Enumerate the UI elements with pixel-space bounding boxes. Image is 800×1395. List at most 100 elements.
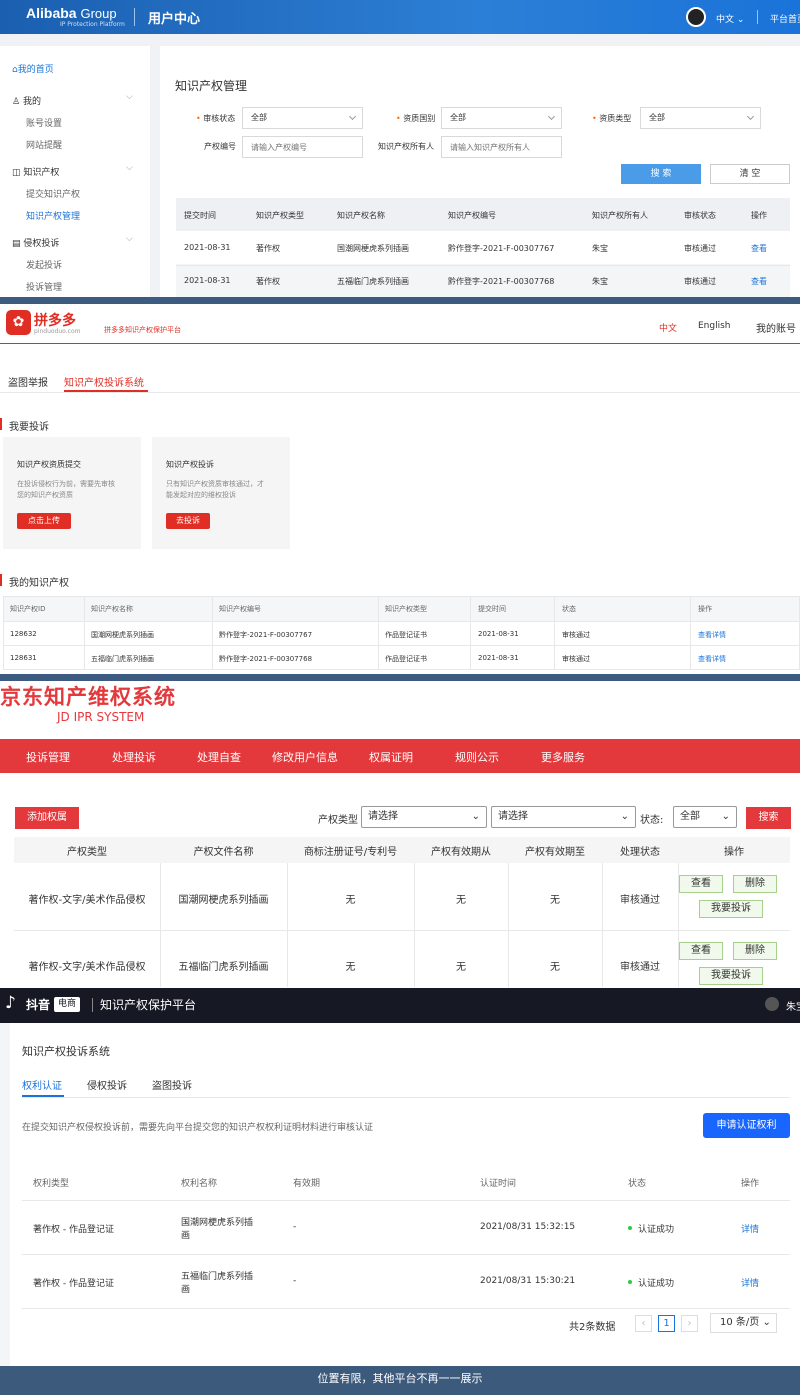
view-details-link[interactable]: 查看详情 (698, 654, 726, 664)
complain-button[interactable]: 我要投诉 (699, 900, 763, 918)
chevron-down-icon[interactable]: ⌵ (126, 92, 133, 102)
column-divider (160, 863, 161, 987)
search-button[interactable]: 搜 索 (621, 164, 701, 184)
jd-title: 京东知产维权系统 (0, 685, 176, 709)
nav-handle-complaint[interactable]: 处理投诉 (112, 749, 156, 765)
sidebar-item-ip[interactable]: ◫ 知识产权 (12, 165, 59, 178)
nav-rules[interactable]: 规则公示 (455, 749, 499, 765)
table-cell: - (293, 1276, 297, 1286)
ip-complaint-card: 知识产权投诉 只有知识产权资质审核通过，才 能发起对应的维权投诉 去投诉 (152, 437, 290, 549)
next-page-icon[interactable]: › (681, 1315, 698, 1332)
avatar[interactable] (686, 7, 706, 27)
details-link[interactable]: 详情 (741, 1222, 759, 1235)
sidebar-item-submit-ip[interactable]: 提交知识产权 (26, 187, 80, 200)
search-button[interactable]: 搜索 (746, 807, 791, 829)
section-separator (0, 674, 800, 681)
my-account-link[interactable]: 我的账号 (756, 320, 796, 335)
sidebar-item-home[interactable]: ⌂我的首页 (12, 62, 54, 75)
chevron-down-icon: ⌄ (471, 811, 480, 822)
pdd-panel: ✿ 拼多多 pinduoduo.com 拼多多知识产权保护平台 中文 Engli… (0, 304, 800, 674)
ip-qualification-card: 知识产权资质提交 在投诉侵权行为前，需要先审核 您的知识产权资质 点击上传 (3, 437, 141, 549)
type-select[interactable]: 全部 (640, 107, 761, 129)
chevron-down-icon (746, 112, 755, 121)
view-button[interactable]: 查看 (679, 875, 723, 893)
header-divider (134, 8, 135, 26)
nav-ownership-proof[interactable]: 权属证明 (369, 749, 413, 765)
type-select-1[interactable]: 请选择 ⌄ (361, 806, 487, 828)
table-cell: 著作权 (256, 277, 280, 286)
alibaba-panel: Alibaba Group IP Protection Platform 用户中… (0, 0, 800, 297)
page-size-select[interactable]: 10 条/页 ⌄ (710, 1313, 777, 1333)
book-icon: ◫ (12, 168, 21, 178)
table-header-cell: 知识产权ID (10, 605, 46, 613)
table-cell: 著作权 (256, 244, 280, 253)
sidebar-item-account-settings[interactable]: 账号设置 (26, 116, 62, 129)
details-link[interactable]: 详情 (741, 1276, 759, 1289)
page-number[interactable]: 1 (658, 1315, 675, 1332)
complain-button[interactable]: 我要投诉 (699, 967, 763, 985)
sidebar-item-complaint[interactable]: ▤ 侵权投诉 (12, 236, 59, 249)
chevron-down-icon[interactable]: ⌵ (126, 234, 133, 244)
status-dot (628, 1226, 632, 1230)
sidebar-item-complaint-manage[interactable]: 投诉管理 (26, 280, 62, 293)
sidebar-item-site-notice[interactable]: 网站提醒 (26, 138, 62, 151)
system-title: 知识产权投诉系统 (22, 1045, 110, 1058)
column-divider (678, 863, 679, 987)
nav-self-check[interactable]: 处理自查 (197, 749, 241, 765)
language-switch[interactable]: 中文 ⌄ (716, 12, 744, 25)
tab-infringement[interactable]: 侵权投诉 (87, 1077, 127, 1092)
view-link[interactable]: 查看 (751, 276, 767, 287)
card-desc: 能发起对应的维权投诉 (166, 491, 236, 499)
card-desc: 您的知识产权资质 (17, 491, 73, 499)
nav-edit-user-info[interactable]: 修改用户信息 (272, 749, 338, 765)
add-ownership-button[interactable]: 添加权属 (15, 807, 79, 829)
notice-text: 在提交知识产权侵权投诉前，需要先向平台提交您的知识产权权利证明材料进行审核认证 (22, 1123, 374, 1133)
pdd-header: ✿ 拼多多 pinduoduo.com 拼多多知识产权保护平台 中文 Engli… (0, 304, 800, 344)
view-details-link[interactable]: 查看详情 (698, 630, 726, 640)
sidebar-item-start-complaint[interactable]: 发起投诉 (26, 258, 62, 271)
delete-button[interactable]: 删除 (733, 875, 777, 893)
status-select[interactable]: 全部 ⌄ (673, 806, 737, 828)
nav-more-services[interactable]: 更多服务 (541, 749, 585, 765)
table-cell: 著作权-文字/美术作品侵权 (28, 962, 146, 973)
prev-page-icon[interactable]: ‹ (635, 1315, 652, 1332)
user-name[interactable]: 朱宝 (786, 998, 800, 1013)
pdd-logo-icon: ✿ (6, 310, 31, 335)
table-header-cell: 状态 (562, 605, 576, 613)
type-select-2[interactable]: 请选择 ⌄ (491, 806, 636, 828)
sidebar-item-mine[interactable]: ♙ 我的 (12, 94, 41, 107)
lang-en-link[interactable]: English (698, 321, 731, 331)
clear-button[interactable]: 清 空 (710, 164, 790, 184)
tab-ip-complaint[interactable]: 知识产权投诉系统 (64, 374, 144, 389)
alibaba-logo: Alibaba Group (26, 5, 117, 21)
chevron-down-icon[interactable]: ⌵ (126, 163, 133, 173)
column-divider (414, 863, 415, 987)
view-link[interactable]: 查看 (751, 243, 767, 254)
go-complain-button[interactable]: 去投诉 (166, 513, 210, 529)
apply-cert-button[interactable]: 申请认证权利 (703, 1113, 790, 1138)
upload-button[interactable]: 点击上传 (17, 513, 71, 529)
table-cell: 审核通过 (562, 655, 590, 663)
ip-owner-input[interactable] (441, 136, 562, 158)
table-cell: 朱宝 (592, 277, 608, 286)
tab-image-theft[interactable]: 盗图投诉 (152, 1077, 192, 1092)
region-select[interactable]: 全部 (441, 107, 562, 129)
platform-home-link[interactable]: 平台首页 (770, 12, 800, 25)
view-button[interactable]: 查看 (679, 942, 723, 960)
review-status-select[interactable]: 全部 (242, 107, 363, 129)
tab-rights-cert[interactable]: 权利认证 (22, 1077, 62, 1092)
sidebar-item-ip-manage[interactable]: 知识产权管理 (26, 209, 80, 222)
table-cell: 画 (181, 1231, 191, 1241)
ip-number-input[interactable] (242, 136, 363, 158)
avatar[interactable] (765, 997, 779, 1011)
lang-cn-link[interactable]: 中文 (659, 321, 677, 334)
row-divider (22, 1200, 790, 1201)
column-divider (602, 863, 603, 987)
nav-complaint-manage[interactable]: 投诉管理 (26, 749, 70, 765)
tab-image-theft[interactable]: 盗图举报 (8, 374, 48, 389)
table-cell: 2021/08/31 15:30:21 (480, 1276, 576, 1286)
table-cell: 2021-08-31 (478, 654, 519, 662)
table-cell: 128631 (10, 654, 37, 662)
delete-button[interactable]: 删除 (733, 942, 777, 960)
chevron-down-icon: ⌄ (721, 811, 730, 822)
